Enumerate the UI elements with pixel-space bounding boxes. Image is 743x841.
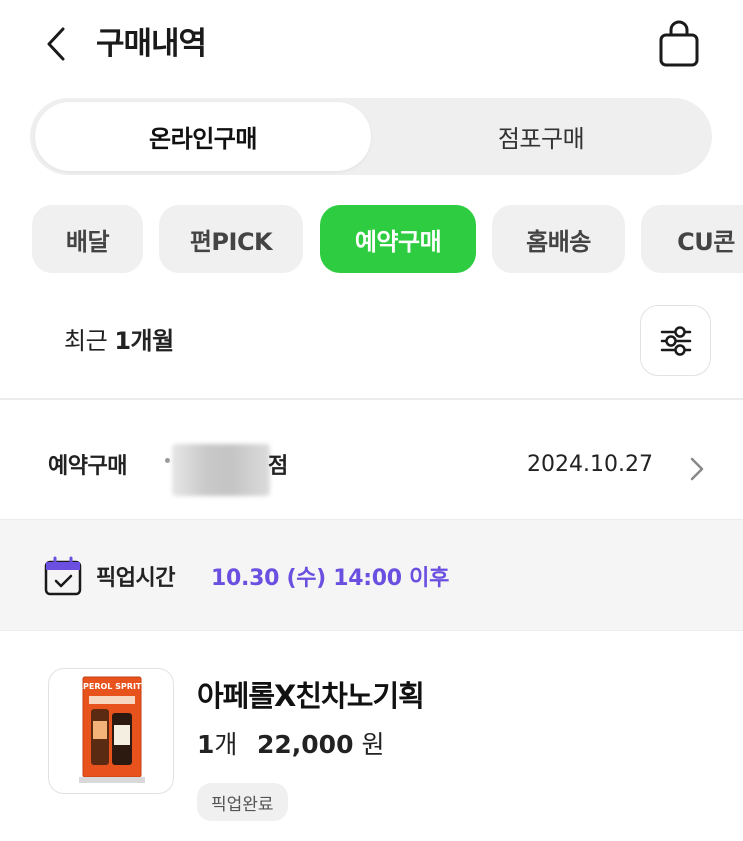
pickup-label: 픽업시간 [96, 566, 175, 591]
chip-home-delivery[interactable]: 홈배송 [492, 205, 625, 273]
pickup-time: 10.30 (수) 14:00 이후 [211, 566, 450, 591]
package-text: APEROL SPRITZ [77, 682, 148, 691]
chevron-left-icon [47, 27, 65, 61]
price-unit: 원 [361, 730, 385, 759]
order-type: 예약구매 [48, 454, 127, 479]
period-label: 최근 1개월 [64, 323, 174, 359]
period-prefix: 최근 [64, 327, 108, 355]
product-thumbnail[interactable]: APEROL SPRITZ [48, 668, 174, 794]
store-name-redacted [172, 444, 270, 496]
chip-reservation[interactable]: 예약구매 [320, 205, 476, 273]
period-value: 1개월 [114, 327, 174, 355]
product-image: APEROL SPRITZ [77, 676, 148, 783]
chip-cu-coupon[interactable]: CU콘 [641, 205, 743, 273]
filter-button[interactable] [640, 305, 711, 376]
app-header: 구매내역 [0, 0, 743, 88]
quantity-unit: 개 [214, 730, 238, 759]
order-header-row[interactable]: 예약구매 점 2024.10.27 [0, 400, 743, 519]
status-badge: 픽업완료 [197, 783, 288, 821]
pickup-time-bar: 픽업시간 10.30 (수) 14:00 이후 [0, 519, 743, 631]
product-quantity: 1개 [197, 725, 237, 761]
product-price: 22,000 원 [257, 725, 384, 761]
product-item: APEROL SPRITZ 아페롤X친차노기획 1개 22,000 원 픽업완료 [0, 631, 743, 841]
calendar-check-icon [44, 556, 82, 596]
sliders-icon [660, 325, 691, 356]
price-number: 22,000 [257, 730, 354, 759]
store-name-suffix: 점 [268, 454, 289, 479]
tab-store-purchase[interactable]: 점포구매 [375, 102, 707, 171]
cart-button[interactable] [654, 16, 704, 70]
product-name: 아페롤X친차노기획 [197, 679, 425, 713]
tab-online-purchase[interactable]: 온라인구매 [35, 102, 371, 171]
purchase-type-segment: 온라인구매 점포구매 [30, 98, 712, 175]
category-chips: 배달 편PICK 예약구매 홈배송 CU콘 [0, 205, 743, 275]
shopping-bag-icon [659, 20, 699, 67]
order-date: 2024.10.27 [527, 452, 653, 477]
separator-dot [165, 458, 170, 463]
chip-delivery[interactable]: 배달 [32, 205, 143, 273]
chevron-right-icon [690, 457, 704, 481]
quantity-number: 1 [197, 730, 215, 759]
page-title: 구매내역 [96, 26, 207, 62]
chip-pyeonpick[interactable]: 편PICK [159, 205, 303, 273]
back-button[interactable] [36, 22, 76, 66]
